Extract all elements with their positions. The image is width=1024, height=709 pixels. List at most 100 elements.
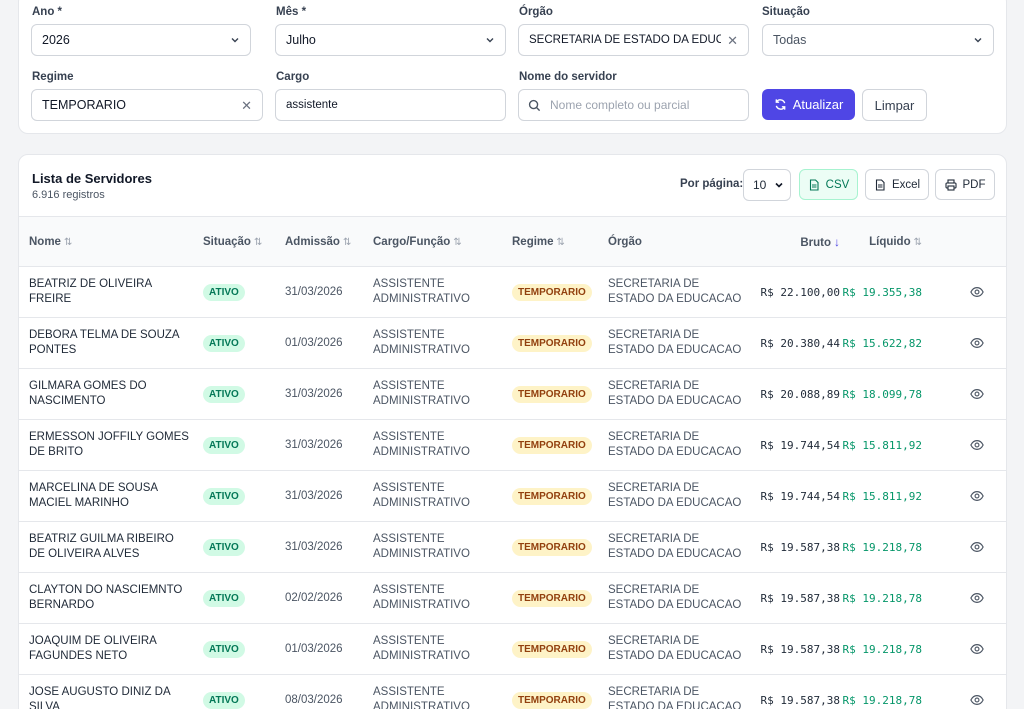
cell-liquido: R$ 19.218,78: [842, 693, 922, 707]
cell-situacao: ATIVO: [203, 471, 285, 522]
eye-icon[interactable]: [946, 387, 1006, 401]
cell-orgao: SECRETARIA DE ESTADO DA EDUCACAO: [608, 686, 742, 709]
table-row[interactable]: GILMARA GOMES DO NASCIMENTO ATIVO 31/03/20…: [19, 369, 1006, 420]
cell-actions: [946, 267, 1006, 318]
cell-regime: TEMPORARIO: [512, 573, 608, 624]
regime-value: TEMPORARIO: [42, 98, 127, 112]
eye-icon[interactable]: [946, 336, 1006, 350]
export-pdf-button[interactable]: PDF: [935, 169, 995, 200]
table-row[interactable]: BEATRIZ GUILMA RIBEIRO DE OLIVEIRA ALVES…: [19, 522, 1006, 573]
cell-regime: TEMPORARIO: [512, 318, 608, 369]
mes-select[interactable]: Julho: [275, 24, 506, 56]
per-page-value: 10: [753, 178, 767, 192]
cell-actions: [946, 369, 1006, 420]
col-cargo[interactable]: Cargo/Função ⇅: [373, 216, 512, 267]
orgao-select[interactable]: SECRETARIA DE ESTADO DA EDUCACAO ✕: [518, 24, 749, 56]
cell-nome: MARCELINA DE SOUSA MACIEL MARINHO: [29, 482, 158, 509]
cell-orgao: SECRETARIA DE ESTADO DA EDUCACAO: [608, 431, 742, 458]
table-row[interactable]: BEATRIZ DE OLIVEIRA FREIRE ATIVO 31/03/202…: [19, 267, 1006, 318]
per-page-select[interactable]: 10: [743, 169, 791, 201]
col-bruto[interactable]: Bruto ↓: [748, 216, 840, 267]
cell-regime: TEMPORARIO: [512, 267, 608, 318]
cell-orgao: SECRETARIA DE ESTADO DA EDUCACAO: [608, 329, 742, 356]
cell-bruto: R$ 19.587,38: [760, 540, 840, 554]
regime-badge: TEMPORARIO: [512, 691, 592, 709]
eye-icon[interactable]: [946, 540, 1006, 554]
eye-icon[interactable]: [946, 642, 1006, 656]
col-situacao-label: Situação: [203, 235, 251, 248]
ano-label: Ano *: [32, 6, 63, 18]
cell-regime: TEMPORARIO: [512, 471, 608, 522]
nome-input[interactable]: [550, 98, 738, 112]
eye-icon[interactable]: [946, 489, 1006, 503]
sort-icon: ⇅: [556, 236, 565, 248]
table-row[interactable]: CLAYTON DO NASCIEMNTO BERNARDO ATIVO 02/02…: [19, 573, 1006, 624]
status-badge: ATIVO: [203, 691, 245, 709]
cell-nome: BEATRIZ GUILMA RIBEIRO DE OLIVEIRA ALVES: [29, 533, 174, 560]
cell-nome: JOAQUIM DE OLIVEIRA FAGUNDES NETO: [29, 635, 157, 662]
export-csv-button[interactable]: CSV: [799, 169, 858, 200]
col-admissao[interactable]: Admissão ⇅: [285, 216, 373, 267]
cell-cargo: ASSISTENTE ADMINISTRATIVO: [373, 329, 470, 356]
col-regime[interactable]: Regime ⇅: [512, 216, 608, 267]
situacao-value: Todas: [773, 33, 807, 47]
cell-situacao: ATIVO: [203, 624, 285, 675]
cargo-value: assistente: [286, 99, 338, 111]
cell-nome: GILMARA GOMES DO NASCIMENTO: [29, 380, 147, 407]
orgao-label: Órgão: [519, 6, 553, 18]
table-row[interactable]: JOSE AUGUSTO DINIZ DA SILVA ATIVO 08/03/20…: [19, 675, 1006, 709]
atualizar-button[interactable]: Atualizar: [762, 89, 855, 120]
clear-icon[interactable]: ✕: [241, 99, 252, 112]
cargo-label: Cargo: [276, 71, 310, 83]
eye-icon[interactable]: [946, 591, 1006, 605]
eye-icon[interactable]: [946, 693, 1006, 707]
cell-admissao: 31/03/2026: [285, 285, 343, 298]
nome-search-field[interactable]: [518, 89, 749, 121]
regime-select[interactable]: TEMPORARIO ✕: [31, 89, 263, 121]
per-page-label: Por página:: [680, 178, 744, 190]
cell-orgao: SECRETARIA DE ESTADO DA EDUCACAO: [608, 380, 742, 407]
table-row[interactable]: MARCELINA DE SOUSA MACIEL MARINHO ATIVO 31…: [19, 471, 1006, 522]
export-excel-button[interactable]: Excel: [865, 169, 929, 200]
eye-icon[interactable]: [946, 438, 1006, 452]
regime-badge: TEMPORARIO: [512, 487, 592, 505]
limpar-button[interactable]: Limpar: [862, 89, 927, 121]
cargo-input[interactable]: assistente: [275, 89, 506, 121]
cell-situacao: ATIVO: [203, 675, 285, 709]
cell-cargo: ASSISTENTE ADMINISTRATIVO: [373, 533, 470, 560]
col-liquido-label: Líquido: [869, 235, 911, 248]
table-row[interactable]: JOAQUIM DE OLIVEIRA FAGUNDES NETO ATIVO 01…: [19, 624, 1006, 675]
ano-value: 2026: [42, 33, 70, 47]
mes-label: Mês *: [276, 6, 307, 18]
col-nome[interactable]: Nome ⇅: [19, 216, 203, 267]
cell-nome: BEATRIZ DE OLIVEIRA FREIRE: [29, 278, 152, 305]
status-badge: ATIVO: [203, 640, 245, 658]
refresh-icon: [774, 98, 787, 111]
cell-regime: TEMPORARIO: [512, 522, 608, 573]
chevron-down-icon: [774, 180, 784, 190]
table-row[interactable]: DEBORA TELMA DE SOUZA PONTES ATIVO 01/03/2…: [19, 318, 1006, 369]
cell-cargo: ASSISTENTE ADMINISTRATIVO: [373, 278, 470, 305]
col-situacao[interactable]: Situação ⇅: [203, 216, 285, 267]
cell-admissao: 01/03/2026: [285, 336, 343, 349]
regime-badge: TEMPORARIO: [512, 640, 592, 658]
ano-select[interactable]: 2026: [31, 24, 251, 56]
cell-cargo: ASSISTENTE ADMINISTRATIVO: [373, 380, 470, 407]
mes-value: Julho: [286, 33, 316, 47]
cell-actions: [946, 522, 1006, 573]
clear-icon[interactable]: ✕: [727, 34, 738, 47]
sort-icon: ⇅: [63, 236, 73, 248]
cell-cargo: ASSISTENTE ADMINISTRATIVO: [373, 635, 470, 662]
status-badge: ATIVO: [203, 385, 245, 403]
sort-icon: ⇅: [453, 236, 462, 248]
cell-liquido: R$ 15.622,82: [842, 336, 922, 350]
situacao-select[interactable]: Todas: [762, 24, 994, 56]
col-actions: [946, 216, 1006, 267]
eye-icon[interactable]: [946, 285, 1006, 299]
status-badge: ATIVO: [203, 283, 245, 301]
table-row[interactable]: ERMESSON JOFFILY GOMES DE BRITO ATIVO 31/0…: [19, 420, 1006, 471]
col-liquido[interactable]: Líquido ⇅: [840, 216, 946, 267]
col-nome-label: Nome: [29, 235, 61, 248]
col-orgao: Órgão: [608, 216, 748, 267]
status-badge: ATIVO: [203, 487, 245, 505]
